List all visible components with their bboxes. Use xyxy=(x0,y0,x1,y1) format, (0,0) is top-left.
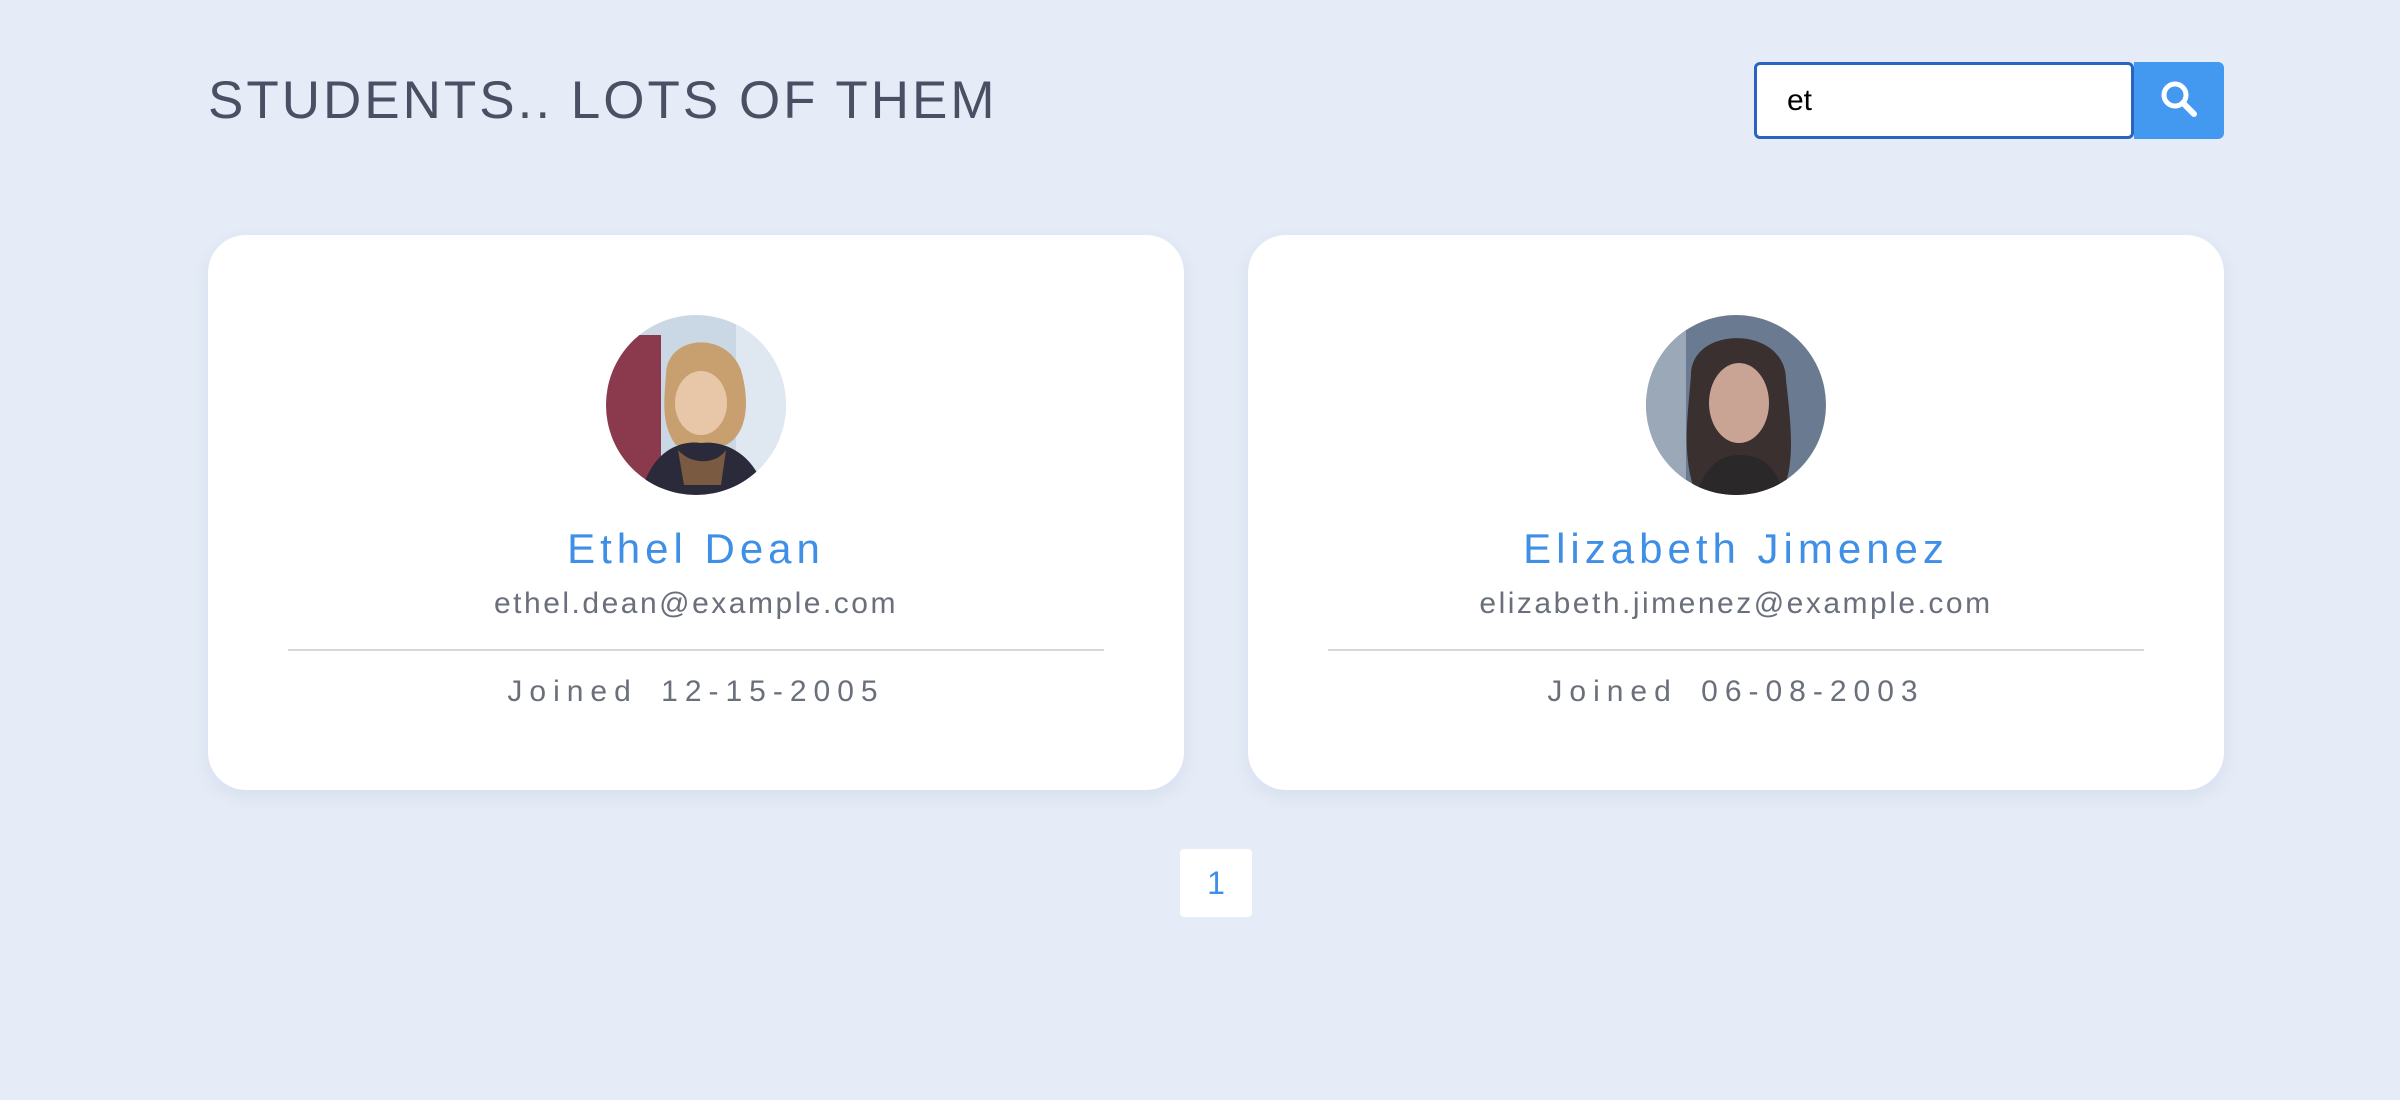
joined-label: Joined xyxy=(507,675,638,708)
student-card[interactable]: Elizabeth Jimenez elizabeth.jimenez@exam… xyxy=(1248,235,2224,790)
divider xyxy=(288,649,1104,651)
search-input[interactable] xyxy=(1754,62,2134,139)
student-joined: Joined 06-08-2003 xyxy=(1248,675,2224,709)
student-email: elizabeth.jimenez@example.com xyxy=(1479,587,1993,620)
divider xyxy=(1328,649,2144,651)
student-name[interactable]: Ethel Dean xyxy=(208,525,1184,573)
pagination: 1 xyxy=(1180,849,1252,917)
search-button[interactable] xyxy=(2134,62,2224,139)
page-title: STUDENTS.. LOTS OF THEM xyxy=(208,71,998,130)
joined-label: Joined xyxy=(1547,675,1678,708)
search-icon xyxy=(2159,79,2199,122)
student-name[interactable]: Elizabeth Jimenez xyxy=(1248,525,2224,573)
student-card-list: Ethel Dean ethel.dean@example.com Joined… xyxy=(208,235,2224,790)
page-button-1[interactable]: 1 xyxy=(1180,849,1252,917)
student-joined: Joined 12-15-2005 xyxy=(208,675,1184,709)
student-email: ethel.dean@example.com xyxy=(494,587,898,620)
avatar xyxy=(1646,315,1826,495)
joined-date: 12-15-2005 xyxy=(661,675,885,708)
student-card[interactable]: Ethel Dean ethel.dean@example.com Joined… xyxy=(208,235,1184,790)
avatar xyxy=(606,315,786,495)
joined-date: 06-08-2003 xyxy=(1701,675,1925,708)
page-header: STUDENTS.. LOTS OF THEM xyxy=(208,62,2224,140)
